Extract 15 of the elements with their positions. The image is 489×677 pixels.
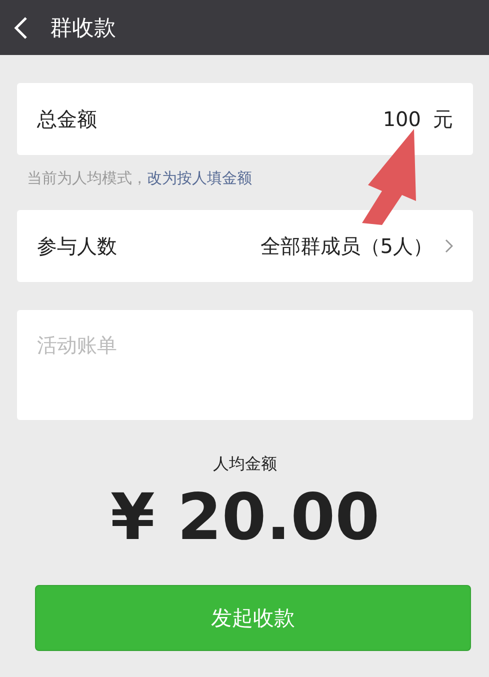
switch-mode-link[interactable]: 改为按人填金额 — [147, 169, 252, 187]
chevron-icon — [445, 239, 453, 253]
back-icon[interactable] — [14, 16, 28, 40]
bill-field[interactable]: 活动账单 — [17, 310, 473, 420]
per-person-label: 人均金额 — [212, 454, 278, 475]
unit-label: 元 — [433, 106, 453, 132]
amount-input[interactable]: 100 — [377, 107, 421, 131]
total-label: 总金额 — [37, 106, 97, 132]
participants-label: 参与人数 — [37, 232, 117, 260]
hint-text: 当前为人均模式， — [27, 169, 147, 187]
participants-row[interactable]: 参与人数 全部群成员（5人） — [17, 210, 473, 282]
page-title: 群收款 — [50, 14, 116, 42]
total-amount-row[interactable]: 总金额 100 元 — [17, 83, 473, 155]
participants-value: 全部群成员（5人） — [260, 232, 433, 260]
per-person-amount: ¥ 20.00 — [109, 481, 381, 555]
